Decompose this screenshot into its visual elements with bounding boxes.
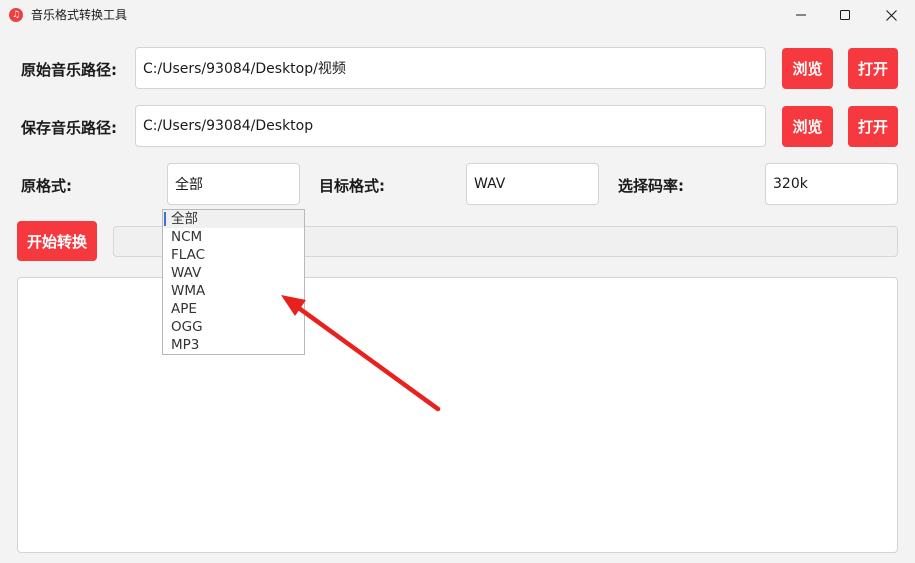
close-icon bbox=[885, 9, 897, 21]
dropdown-option-label: 全部 bbox=[171, 211, 198, 227]
title-bar[interactable]: ♫ 音乐格式转换工具 bbox=[0, 0, 915, 30]
log-textarea[interactable] bbox=[17, 277, 898, 553]
save-open-label: 打开 bbox=[857, 118, 888, 136]
source-format-value: 全部 bbox=[175, 177, 203, 193]
maximize-icon bbox=[840, 10, 850, 20]
source-path-label: 原始音乐路径: bbox=[21, 61, 117, 79]
source-browse-label: 浏览 bbox=[792, 60, 823, 78]
maximize-button[interactable] bbox=[822, 0, 868, 30]
target-format-value: WAV bbox=[474, 176, 506, 192]
bitrate-label: 选择码率: bbox=[618, 177, 684, 195]
source-format-label: 原格式: bbox=[21, 177, 72, 195]
text-caret bbox=[164, 212, 166, 226]
target-format-label: 目标格式: bbox=[319, 177, 385, 195]
dropdown-option-label: FLAC bbox=[171, 247, 206, 263]
source-format-select[interactable]: 全部 bbox=[167, 163, 300, 205]
save-browse-button[interactable]: 浏览 bbox=[782, 106, 833, 147]
dropdown-option-all[interactable]: 全部 bbox=[163, 210, 304, 228]
save-path-label: 保存音乐路径: bbox=[21, 119, 117, 137]
dropdown-option-label: WAV bbox=[171, 265, 202, 281]
bitrate-value: 320k bbox=[773, 176, 808, 192]
dropdown-option-label: OGG bbox=[171, 319, 203, 335]
dropdown-option-mp3[interactable]: MP3 bbox=[163, 336, 304, 354]
source-open-button[interactable]: 打开 bbox=[848, 48, 898, 89]
window-title: 音乐格式转换工具 bbox=[31, 8, 128, 22]
source-browse-button[interactable]: 浏览 bbox=[782, 48, 833, 89]
app-window: ♫ 音乐格式转换工具 原始音乐路径: C:/Users/93084/Deskto… bbox=[0, 0, 915, 563]
start-convert-label: 开始转换 bbox=[26, 232, 87, 251]
save-open-button[interactable]: 打开 bbox=[848, 106, 898, 147]
dropdown-option-wav[interactable]: WAV bbox=[163, 264, 304, 282]
music-note-icon: ♫ bbox=[9, 8, 23, 22]
dropdown-option-label: NCM bbox=[171, 229, 203, 245]
minimize-icon bbox=[796, 14, 806, 16]
save-path-input[interactable]: C:/Users/93084/Desktop bbox=[135, 105, 766, 147]
save-browse-label: 浏览 bbox=[792, 118, 823, 136]
start-convert-button[interactable]: 开始转换 bbox=[17, 221, 97, 261]
close-button[interactable] bbox=[868, 0, 914, 30]
source-path-input[interactable]: C:/Users/93084/Desktop/视频 bbox=[135, 47, 766, 89]
save-path-value: C:/Users/93084/Desktop bbox=[143, 118, 314, 134]
source-open-label: 打开 bbox=[857, 60, 888, 78]
dropdown-option-label: WMA bbox=[171, 283, 206, 299]
minimize-button[interactable] bbox=[778, 0, 824, 30]
dropdown-option-ncm[interactable]: NCM bbox=[163, 228, 304, 246]
dropdown-option-label: MP3 bbox=[171, 337, 200, 353]
dropdown-option-ogg[interactable]: OGG bbox=[163, 318, 304, 336]
dropdown-option-wma[interactable]: WMA bbox=[163, 282, 304, 300]
dropdown-option-label: APE bbox=[171, 301, 197, 317]
dropdown-option-flac[interactable]: FLAC bbox=[163, 246, 304, 264]
bitrate-select[interactable]: 320k bbox=[765, 163, 898, 205]
source-format-dropdown-list[interactable]: 全部 NCM FLAC WAV WMA APE OGG MP3 bbox=[162, 209, 305, 355]
dropdown-option-ape[interactable]: APE bbox=[163, 300, 304, 318]
target-format-select[interactable]: WAV bbox=[466, 163, 599, 205]
source-path-value: C:/Users/93084/Desktop/视频 bbox=[143, 61, 346, 77]
